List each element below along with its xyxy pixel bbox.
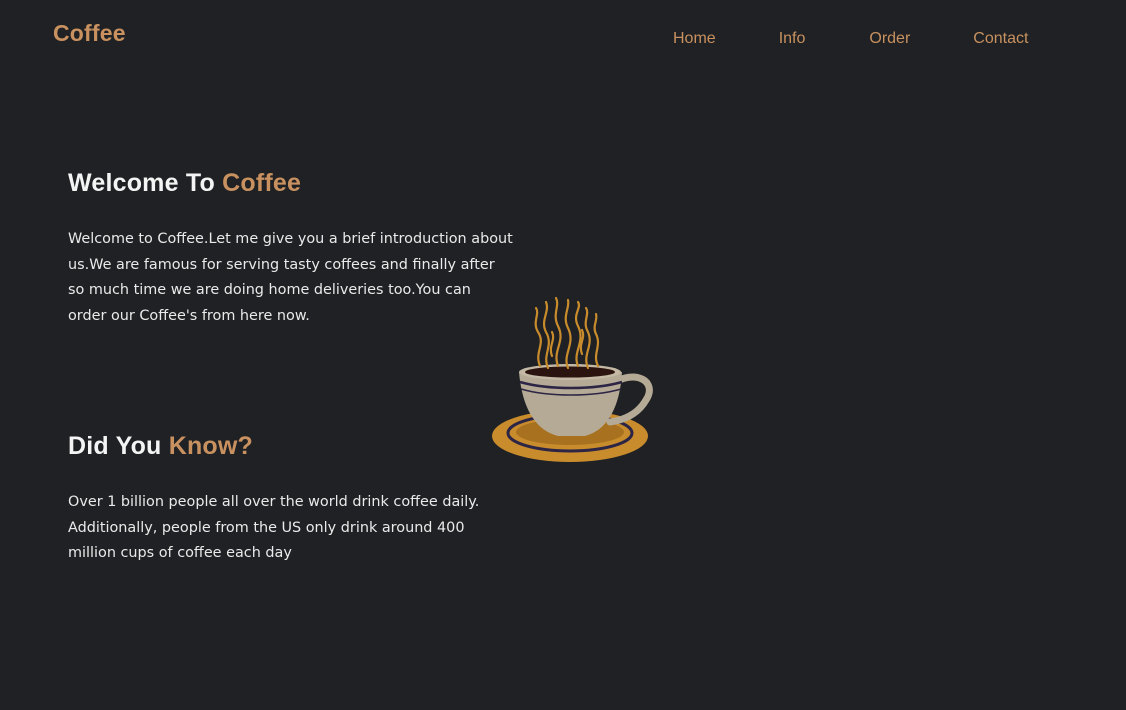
- did-you-know-heading: Did You Know?: [68, 432, 513, 461]
- did-you-know-text: Over 1 billion people all over the world…: [68, 494, 480, 561]
- welcome-heading-main: Welcome To: [68, 169, 223, 197]
- steam-icon: [534, 296, 600, 370]
- did-you-know-section: Did You Know? Over 1 billion people all …: [68, 432, 513, 567]
- welcome-heading: Welcome To Coffee: [68, 169, 513, 198]
- welcome-text: Welcome to Coffee.Let me give you a brie…: [68, 231, 513, 324]
- did-you-know-heading-accent: Know?: [168, 432, 254, 460]
- coffee-cup-illustration: [492, 296, 653, 462]
- main-nav: Home Info Order Contact: [673, 30, 1028, 48]
- nav-link-order[interactable]: Order: [869, 30, 910, 48]
- coffee-surface: [525, 366, 615, 378]
- brand-logo[interactable]: Coffee: [53, 20, 126, 47]
- nav-link-contact[interactable]: Contact: [973, 30, 1028, 48]
- coffee-cup-icon: [488, 296, 654, 466]
- nav-link-home[interactable]: Home: [673, 30, 716, 48]
- welcome-heading-accent: Coffee: [222, 169, 302, 197]
- welcome-section: Welcome To Coffee Welcome to Coffee.Let …: [68, 169, 513, 329]
- nav-link-info[interactable]: Info: [779, 30, 806, 48]
- did-you-know-heading-main: Did You: [68, 432, 169, 460]
